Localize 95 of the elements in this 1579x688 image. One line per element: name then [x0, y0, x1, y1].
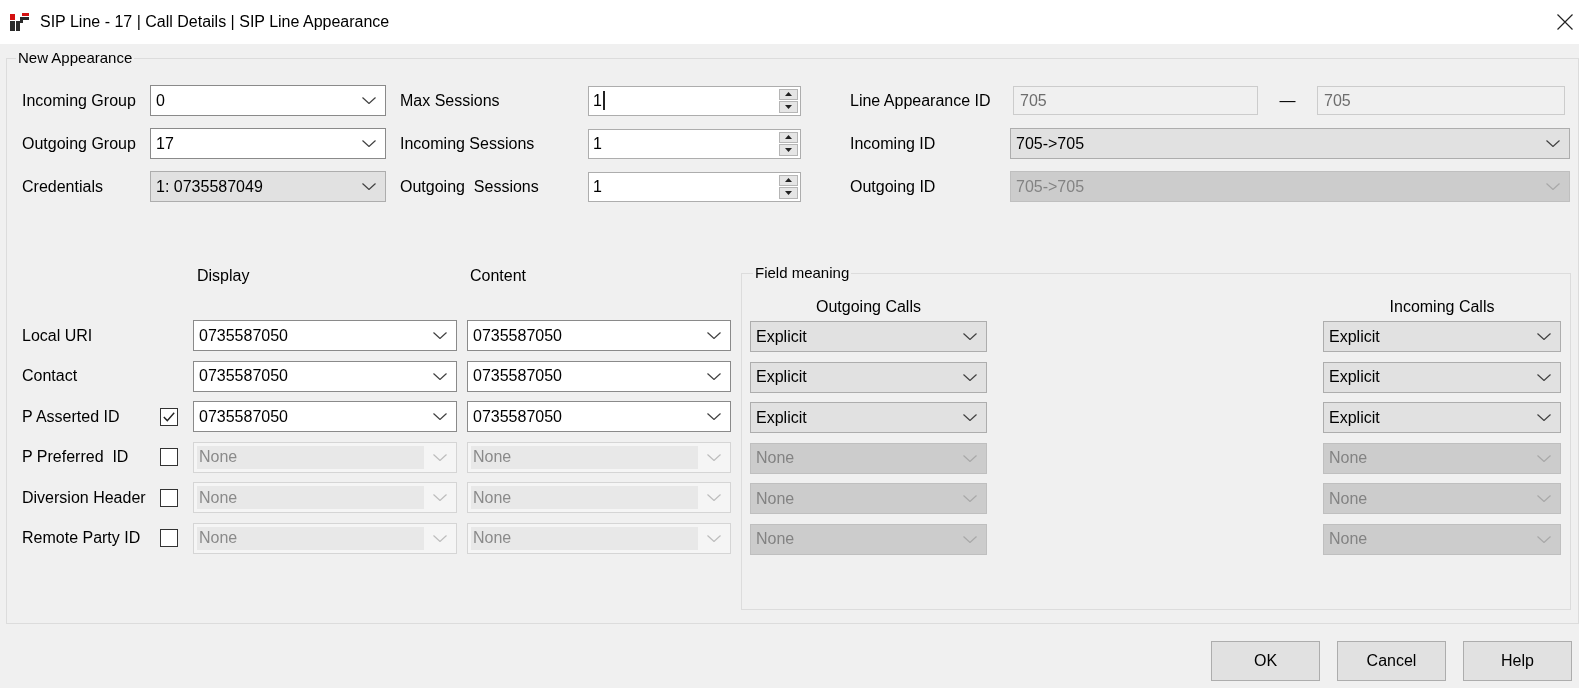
- triangle-up-icon: [785, 178, 792, 183]
- chevron-down-icon: [433, 372, 447, 380]
- chevron-down-icon: [963, 414, 977, 421]
- triangle-down-icon: [785, 104, 792, 109]
- chevron-down-icon: [963, 373, 977, 381]
- triangle-down-icon: [785, 147, 792, 152]
- chevron-down-icon: [1537, 414, 1551, 421]
- field-label: Credentials: [22, 176, 104, 197]
- column-header: Outgoing Calls: [816, 297, 921, 317]
- column-header: Content: [470, 266, 527, 286]
- chevron-down-icon: [1546, 183, 1560, 190]
- close-icon[interactable]: [1557, 14, 1573, 30]
- combo-box[interactable]: 17: [150, 128, 386, 159]
- spin-up-button[interactable]: [779, 131, 798, 143]
- group-title: New Appearance: [17, 49, 134, 67]
- spin-down-button[interactable]: [779, 187, 798, 199]
- field-label: Outgoing Sessions: [400, 176, 540, 197]
- spin-down-button[interactable]: [779, 101, 798, 113]
- chevron-down-icon: [1546, 140, 1560, 147]
- chevron-down-icon: [707, 372, 721, 380]
- combo-box[interactable]: 0735587050: [467, 360, 731, 392]
- chevron-down-icon: [1537, 373, 1551, 381]
- chevron-down-icon: [433, 453, 447, 461]
- chevron-down-icon: [1537, 333, 1551, 340]
- text-field[interactable]: 705: [1013, 86, 1258, 115]
- field-label: Incoming Sessions: [400, 133, 536, 154]
- ok-button[interactable]: OK: [1211, 641, 1320, 681]
- help-button[interactable]: Help: [1463, 641, 1572, 681]
- spin-box[interactable]: 1: [588, 85, 801, 116]
- chevron-down-icon: [433, 534, 447, 542]
- combo-box[interactable]: 0735587050: [467, 320, 731, 351]
- combo-box[interactable]: 705->705: [1010, 128, 1570, 159]
- field-label: Outgoing Group: [22, 133, 137, 154]
- checkbox[interactable]: [160, 529, 178, 547]
- field-label: Max Sessions: [400, 90, 501, 111]
- combo-box[interactable]: 0735587050: [193, 360, 457, 392]
- checkmark-icon: [163, 411, 175, 422]
- combo-box[interactable]: Explicit: [750, 321, 987, 352]
- checkbox[interactable]: [160, 448, 178, 466]
- spin-up-button[interactable]: [779, 174, 798, 186]
- field-label: Line Appearance ID: [850, 90, 992, 111]
- chevron-down-icon: [1537, 454, 1551, 462]
- chevron-down-icon: [362, 183, 376, 190]
- field-label: Local URI: [22, 325, 94, 346]
- combo-box[interactable]: 0735587050: [193, 320, 457, 351]
- column-header: Incoming Calls: [1389, 297, 1495, 317]
- combo-box[interactable]: 0735587050: [467, 401, 731, 432]
- chevron-down-icon: [433, 413, 447, 420]
- column-header: Display: [197, 266, 251, 286]
- combo-box[interactable]: Explicit: [1323, 361, 1561, 393]
- chevron-down-icon: [362, 97, 376, 104]
- combo-box[interactable]: 0735587050: [193, 401, 457, 432]
- chevron-down-icon: [433, 494, 447, 501]
- range-separator: —: [1279, 90, 1296, 111]
- chevron-down-icon: [963, 333, 977, 340]
- window-title: SIP Line - 17 | Call Details | SIP Line Appearance: [40, 12, 390, 32]
- spin-down-button[interactable]: [779, 144, 798, 156]
- app-icon: [10, 12, 29, 32]
- field-label: Diversion Header: [22, 487, 147, 508]
- chevron-down-icon: [707, 534, 721, 542]
- chevron-down-icon: [362, 140, 376, 147]
- combo-box[interactable]: 0: [150, 85, 386, 116]
- field-label: Incoming Group: [22, 90, 137, 111]
- chevron-down-icon: [1537, 495, 1551, 502]
- field-label: Outgoing ID: [850, 176, 937, 197]
- field-label: Incoming ID: [850, 133, 937, 154]
- spin-box[interactable]: 1: [588, 171, 801, 202]
- checkbox[interactable]: [160, 488, 178, 507]
- chevron-down-icon: [963, 454, 977, 462]
- group-title: Field meaning: [754, 264, 851, 282]
- checkbox[interactable]: [160, 407, 178, 426]
- field-label: Contact: [22, 366, 79, 386]
- chevron-down-icon: [707, 413, 721, 420]
- combo-box[interactable]: Explicit: [750, 402, 987, 433]
- field-label: P Asserted ID: [22, 406, 121, 427]
- triangle-down-icon: [785, 190, 792, 195]
- field-label: Remote Party ID: [22, 528, 142, 548]
- chevron-down-icon: [707, 494, 721, 501]
- chevron-down-icon: [963, 495, 977, 502]
- chevron-down-icon: [433, 332, 447, 339]
- triangle-up-icon: [785, 92, 792, 97]
- combo-box[interactable]: 1: 0735587049: [150, 171, 386, 202]
- combo-box[interactable]: Explicit: [1323, 402, 1561, 433]
- field-label: P Preferred ID: [22, 447, 130, 467]
- cancel-button[interactable]: Cancel: [1337, 641, 1446, 681]
- chevron-down-icon: [963, 535, 977, 543]
- chevron-down-icon: [707, 332, 721, 339]
- chevron-down-icon: [1537, 535, 1551, 543]
- spin-up-button[interactable]: [779, 88, 798, 100]
- combo-box[interactable]: Explicit: [750, 361, 987, 393]
- spin-box[interactable]: 1: [588, 128, 801, 159]
- combo-box[interactable]: Explicit: [1323, 321, 1561, 352]
- chevron-down-icon: [707, 453, 721, 461]
- text-field[interactable]: 705: [1317, 86, 1565, 115]
- triangle-up-icon: [785, 135, 792, 140]
